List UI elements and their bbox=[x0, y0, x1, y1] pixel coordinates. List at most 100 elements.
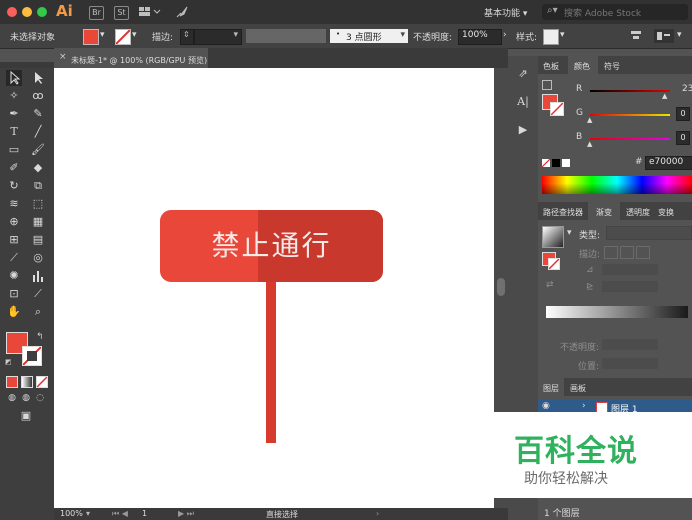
channel-g-slider[interactable] bbox=[590, 114, 670, 116]
white-color-chip[interactable] bbox=[562, 159, 570, 167]
tab-layers[interactable]: 图层 bbox=[538, 378, 564, 396]
channel-r-value[interactable]: 23 bbox=[682, 84, 692, 94]
first-artboard-icon[interactable]: ⏮ ◀ bbox=[112, 509, 128, 519]
hand-tool-icon[interactable]: ✋ bbox=[6, 304, 22, 320]
color-spectrum[interactable] bbox=[542, 176, 692, 194]
eraser-tool-icon[interactable]: ◆ bbox=[30, 160, 46, 176]
gradient-position-input[interactable] bbox=[602, 358, 658, 369]
tab-pathfinder[interactable]: 路径查找器 bbox=[543, 207, 583, 218]
rocket-icon[interactable] bbox=[175, 5, 189, 22]
slice-tool-icon[interactable]: ⟋ bbox=[30, 286, 46, 302]
chevron-right-icon[interactable]: › bbox=[376, 509, 379, 518]
bridge-icon[interactable]: Br bbox=[89, 6, 104, 20]
stock-icon[interactable]: St bbox=[114, 6, 129, 20]
chevron-right-icon[interactable]: › bbox=[503, 30, 507, 40]
type-tool-icon[interactable]: T bbox=[6, 124, 22, 140]
stroke-within-icon[interactable] bbox=[604, 246, 618, 259]
gradient-type-dropdown[interactable] bbox=[606, 226, 692, 240]
slider-thumb[interactable]: ▲ bbox=[662, 92, 667, 100]
direct-selection-tool-icon[interactable] bbox=[30, 70, 46, 86]
black-color-chip[interactable] bbox=[552, 159, 560, 167]
workspace-switcher[interactable]: 基本功能 ▾ bbox=[484, 6, 527, 19]
lasso-tool-icon[interactable]: ꝏ bbox=[30, 88, 46, 104]
chevron-down-icon[interactable]: ▾ bbox=[100, 30, 105, 40]
slider-thumb[interactable]: ▲ bbox=[587, 116, 592, 124]
pen-tool-icon[interactable]: ✒ bbox=[6, 106, 22, 122]
actions-play-icon[interactable]: ▶ bbox=[515, 122, 531, 138]
tab-transform[interactable]: 变换 bbox=[658, 207, 674, 218]
artboard-tool-icon[interactable]: ⊡ bbox=[6, 286, 22, 302]
channel-r-slider[interactable] bbox=[590, 90, 670, 92]
eyedropper-tool-icon[interactable]: ⟋ bbox=[6, 250, 22, 266]
gradient-mode-button[interactable] bbox=[21, 376, 33, 388]
export-icon[interactable]: ⇗ bbox=[515, 66, 531, 82]
default-colors-icon[interactable] bbox=[542, 80, 552, 90]
screen-mode-icon[interactable]: ▣ bbox=[18, 408, 34, 424]
variable-width-profile[interactable] bbox=[246, 29, 326, 43]
gradient-opacity-input[interactable] bbox=[602, 339, 658, 350]
none-color-chip[interactable] bbox=[541, 158, 551, 168]
swap-fill-stroke-icon[interactable]: ↰ bbox=[36, 332, 44, 342]
eye-icon[interactable]: ◉ bbox=[542, 401, 550, 411]
line-segment-tool-icon[interactable]: ╱ bbox=[30, 124, 46, 140]
close-window-button[interactable] bbox=[7, 7, 17, 17]
rotate-tool-icon[interactable]: ↻ bbox=[6, 178, 22, 194]
perspective-grid-tool-icon[interactable]: ▦ bbox=[30, 214, 46, 230]
tab-symbols[interactable]: 符号 bbox=[604, 61, 620, 72]
sign-text[interactable]: 禁止通行 bbox=[160, 210, 383, 282]
zoom-level[interactable]: 100% bbox=[60, 509, 83, 518]
column-graph-tool-icon[interactable] bbox=[30, 268, 46, 284]
tab-transparency[interactable]: 透明度 bbox=[626, 207, 650, 218]
stroke-weight-input[interactable]: ▾ bbox=[194, 29, 242, 45]
mesh-tool-icon[interactable]: ⊞ bbox=[6, 232, 22, 248]
opacity-input[interactable]: 100% bbox=[458, 29, 502, 45]
draw-inside-icon[interactable]: ◌ bbox=[32, 390, 48, 406]
gradient-angle-input[interactable] bbox=[602, 264, 658, 275]
reverse-gradient-icon[interactable]: ⇄ bbox=[546, 280, 554, 290]
curvature-tool-icon[interactable]: ✎ bbox=[30, 106, 46, 122]
shape-builder-tool-icon[interactable]: ⊕ bbox=[6, 214, 22, 230]
shaper-tool-icon[interactable]: ✐ bbox=[6, 160, 22, 176]
brush-definition-dropdown[interactable]: • 3 点圆形 ▾ bbox=[330, 29, 408, 43]
stroke-weight-stepper[interactable]: ⇕ bbox=[180, 29, 194, 45]
zoom-window-button[interactable] bbox=[37, 7, 47, 17]
stroke-across-icon[interactable] bbox=[636, 246, 650, 259]
stroke-along-icon[interactable] bbox=[620, 246, 634, 259]
color-mode-button[interactable] bbox=[6, 376, 18, 388]
arrange-icon[interactable] bbox=[654, 29, 674, 46]
chevron-down-icon[interactable]: ▾ bbox=[86, 509, 90, 518]
hex-input[interactable]: e70000 bbox=[645, 156, 692, 170]
slider-thumb[interactable]: ▲ bbox=[587, 140, 592, 148]
scale-tool-icon[interactable]: ⧉ bbox=[30, 178, 46, 194]
chevron-down-icon[interactable]: ▾ bbox=[132, 30, 137, 40]
stroke-swatch[interactable] bbox=[22, 346, 42, 366]
graphic-style-swatch[interactable] bbox=[543, 29, 559, 45]
gradient-slider[interactable] bbox=[546, 306, 688, 318]
artboard[interactable]: 禁止通行 bbox=[54, 68, 494, 508]
channel-b-slider[interactable] bbox=[590, 138, 670, 140]
stroke-color-swatch[interactable] bbox=[115, 29, 131, 45]
stock-search-input[interactable]: ⌕▾ 搜索 Adobe Stock bbox=[542, 4, 688, 20]
tab-gradient[interactable]: 渐变 bbox=[588, 202, 620, 220]
color-stroke-indicator[interactable] bbox=[550, 102, 564, 116]
chevron-right-icon[interactable]: › bbox=[582, 401, 586, 411]
close-tab-icon[interactable]: × bbox=[59, 52, 67, 62]
zoom-tool-icon[interactable]: ⌕ bbox=[30, 304, 46, 320]
none-mode-button[interactable] bbox=[36, 376, 48, 388]
align-icon[interactable] bbox=[630, 30, 642, 45]
width-tool-icon[interactable]: ≋ bbox=[6, 196, 22, 212]
chevron-down-icon[interactable]: ▾ bbox=[567, 228, 572, 238]
next-artboard-icon[interactable]: ▶ ⏭ bbox=[178, 509, 194, 519]
channel-g-value[interactable]: 0 bbox=[676, 107, 690, 121]
fill-color-swatch[interactable] bbox=[83, 29, 99, 45]
chevron-down-icon[interactable]: ▾ bbox=[677, 30, 682, 40]
tab-artboards[interactable]: 画板 bbox=[570, 383, 586, 394]
tab-swatches[interactable]: 色板 bbox=[543, 61, 559, 72]
default-fill-stroke-icon[interactable]: ◩ bbox=[5, 358, 12, 366]
chevron-down-icon[interactable]: ▾ bbox=[560, 30, 565, 40]
gradient-stroke-indicator[interactable] bbox=[548, 258, 560, 270]
magic-wand-icon[interactable]: ✧ bbox=[6, 88, 22, 104]
sign-pole[interactable] bbox=[266, 273, 276, 443]
rectangle-tool-icon[interactable]: ▭ bbox=[6, 142, 22, 158]
channel-b-value[interactable]: 0 bbox=[676, 131, 690, 145]
